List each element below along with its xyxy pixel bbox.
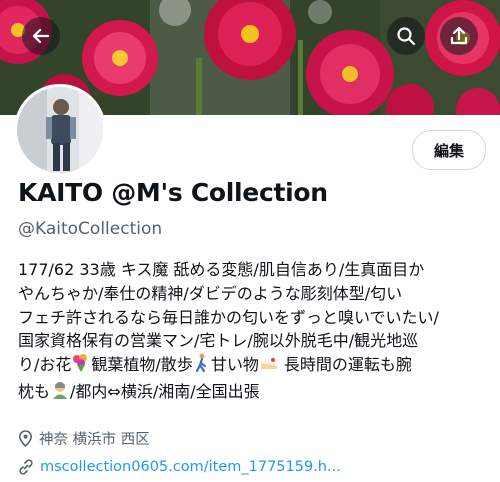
username-handle: @KaitoCollection xyxy=(18,219,163,239)
person-walking-icon xyxy=(193,353,211,380)
profile-location: 神奈 横浜市 西区 xyxy=(18,428,150,449)
link-icon xyxy=(18,459,34,475)
bio-text: 長時間の運転も腕 xyxy=(278,355,412,375)
share-button[interactable] xyxy=(440,17,478,55)
avatar-photo-image xyxy=(17,87,103,173)
bio-text: 甘い物 xyxy=(210,355,259,375)
search-icon xyxy=(397,27,416,46)
bio-line: やんちゃか/奉仕の精神/ダビデのような彫刻体型/匂い xyxy=(18,283,403,303)
website-link[interactable]: mscollection0605.com/item_1775159.h... xyxy=(40,459,341,475)
edit-profile-button[interactable]: 編集 xyxy=(412,130,486,170)
bio-text: 枕も xyxy=(18,381,51,401)
bio-line: 枕も/都内⇔横浜/湘南/全国出張 xyxy=(18,380,493,407)
profile-website: mscollection0605.com/item_1775159.h... xyxy=(18,459,341,475)
bio-line: 177/62 33歳 キス魔 舐める変態/肌自信あり/生真面目か xyxy=(18,260,425,279)
arrow-left-icon xyxy=(32,28,50,44)
bio-line: 国家資格保有の営業マン/宅トレ/腕以外脱毛中/観光地巡 xyxy=(18,331,419,351)
person-icon xyxy=(50,380,70,407)
location-pin-icon xyxy=(18,430,33,447)
display-name: KAITO @M's Collection xyxy=(18,178,328,207)
location-text: 神奈 横浜市 西区 xyxy=(39,432,150,448)
bio-text: /都内⇔横浜/湘南/全国出張 xyxy=(70,381,260,401)
share-upload-icon xyxy=(450,26,468,45)
cake-icon xyxy=(259,353,279,380)
bio-line: フェチ許されるなら毎日誰かの匂いをずっと嗅いでいたい/ xyxy=(18,307,439,327)
bouquet-icon xyxy=(71,353,91,380)
back-button[interactable] xyxy=(22,17,60,55)
bio-line: り/お花 観葉植物/散歩 甘い物 長時間の運転も腕 xyxy=(18,353,493,380)
avatar[interactable] xyxy=(14,84,106,176)
bio-text: り/お花 xyxy=(18,355,72,375)
search-button[interactable] xyxy=(387,17,425,55)
profile-bio: 177/62 33歳 キス魔 舐める変態/肌自信あり/生真面目か やんちゃか/奉… xyxy=(18,258,493,407)
bio-text: 観葉植物/散歩 xyxy=(91,355,193,375)
